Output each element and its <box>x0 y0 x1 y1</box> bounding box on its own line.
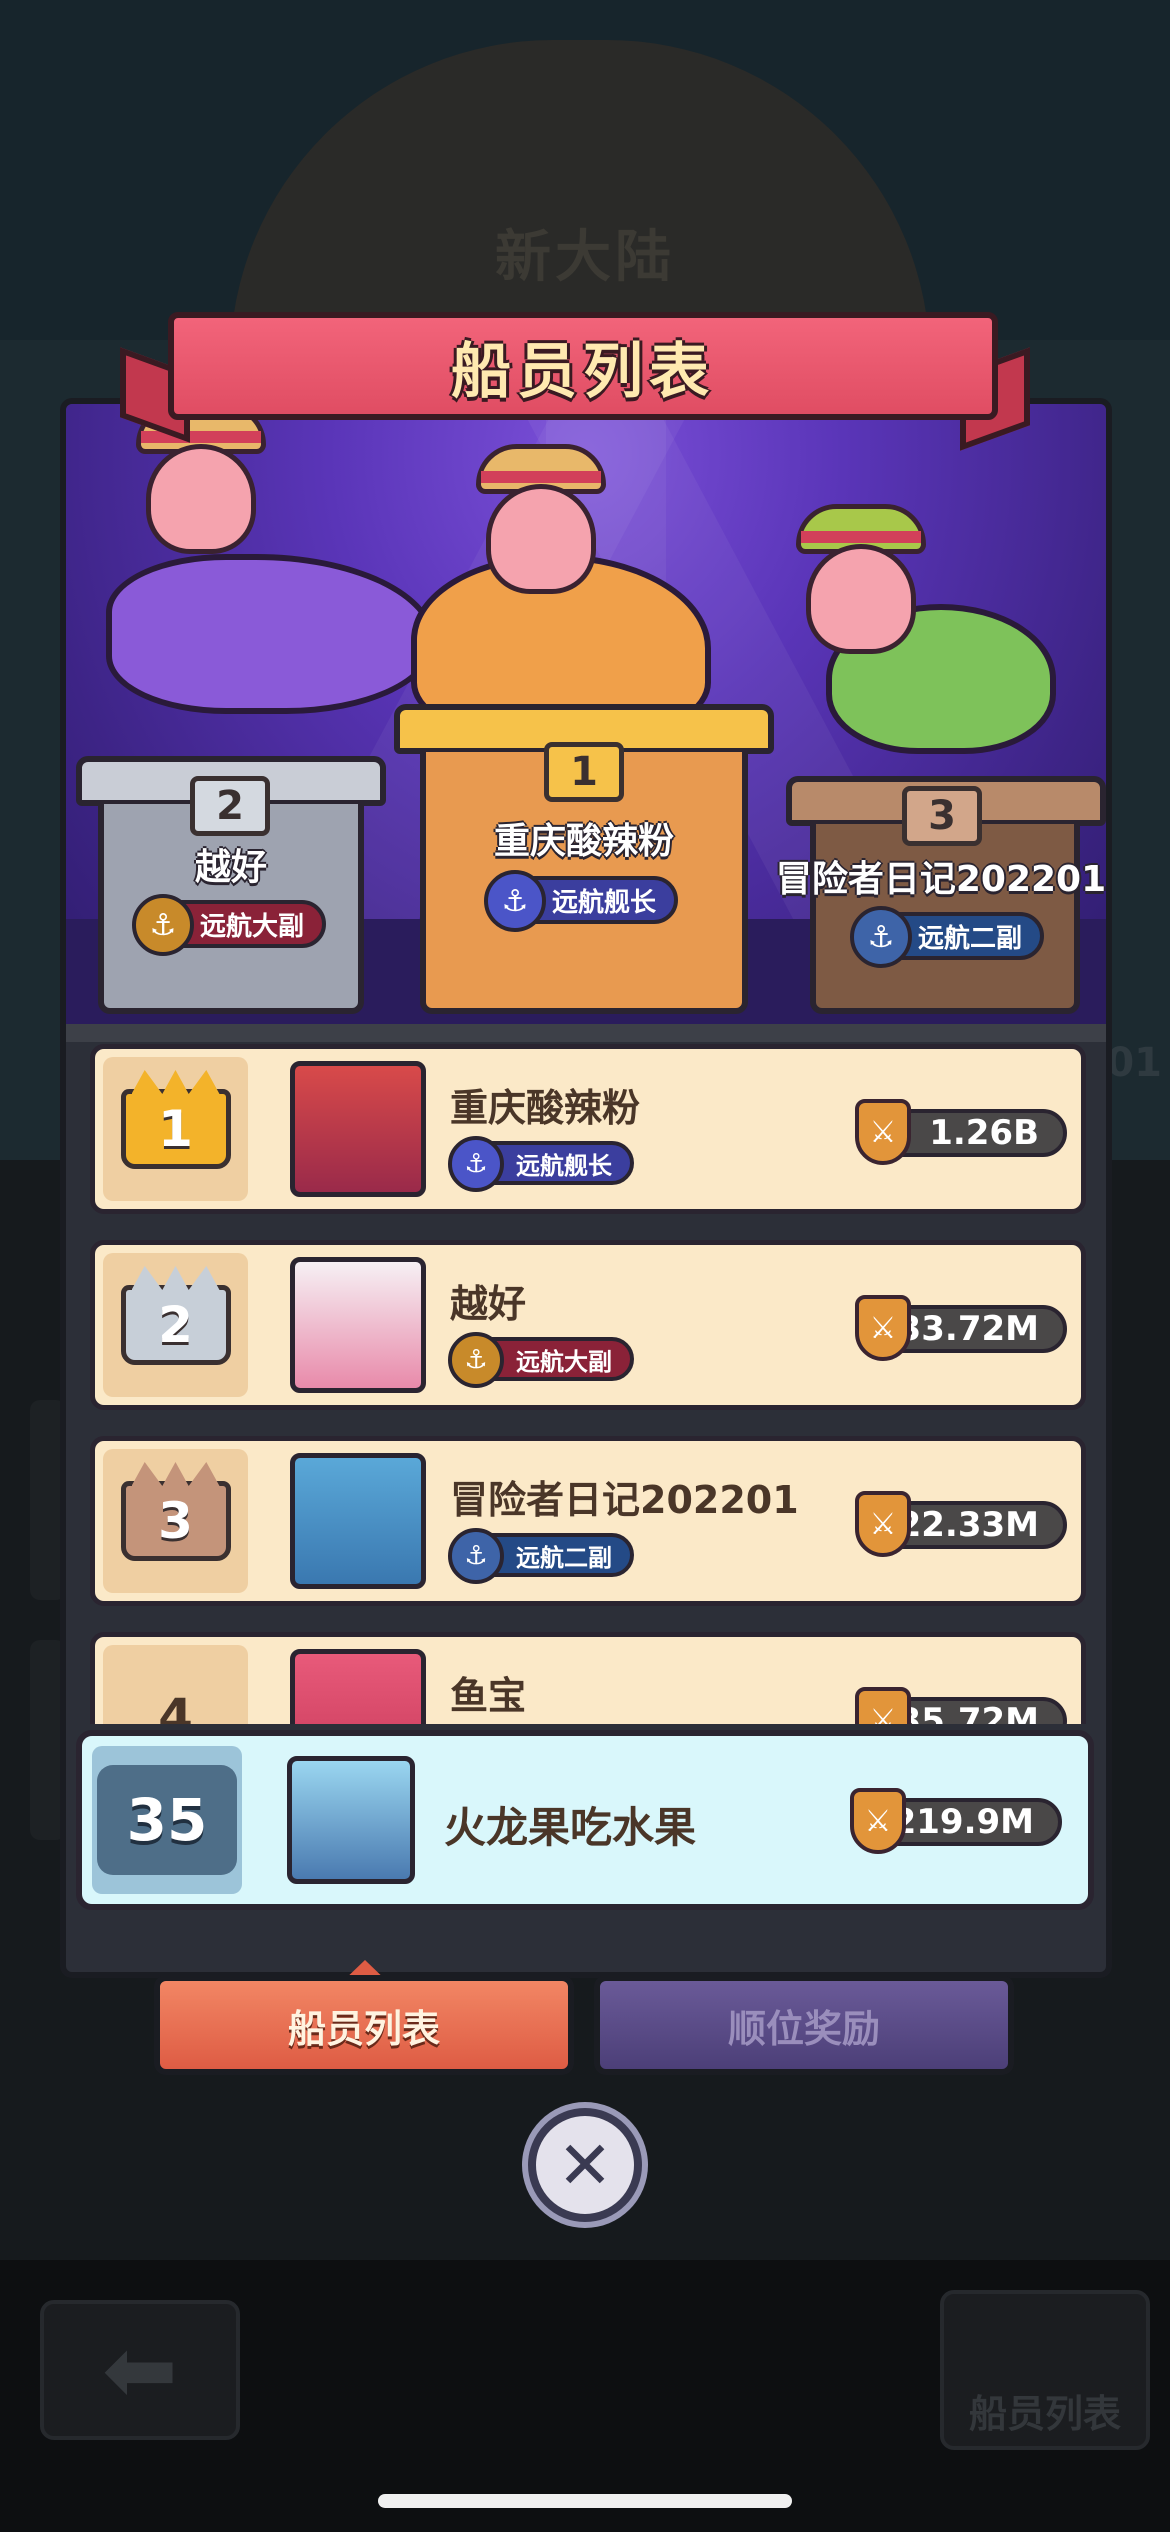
crown-gold-icon: 1 <box>120 1089 231 1169</box>
divider <box>66 1024 1106 1042</box>
pig-character <box>486 484 596 594</box>
podium-1-name: 重庆酸辣粉 <box>493 821 674 862</box>
close-button[interactable]: ✕ <box>528 2108 642 2222</box>
ranking-row[interactable]: 2 越好 ⚓ 远航大副 533.72M ⚔ <box>90 1240 1086 1410</box>
crown-silver-icon: 2 <box>120 1285 231 1365</box>
purple-dragon-mount <box>106 554 436 714</box>
dialog-title: 船员列表 <box>451 336 715 407</box>
title-badge: ⚓ 远航大副 <box>448 1332 634 1388</box>
podium-2-name: 越好 <box>194 847 267 888</box>
crown-gold-icon: 1 <box>544 742 624 802</box>
tab-crew-list[interactable]: 船员列表 <box>154 1975 574 2075</box>
my-ranking-row[interactable]: 35 火龙果吃水果 219.9M ⚔ <box>76 1730 1094 1910</box>
back-arrow-icon: ⬅ <box>102 2317 178 2423</box>
player-name: 重庆酸辣粉 <box>450 1086 641 1130</box>
pig-character <box>806 544 916 654</box>
player-name: 越好 <box>450 1282 527 1326</box>
sword-icon: ⚔ <box>855 1687 911 1724</box>
rank-cell: 3 <box>103 1449 248 1593</box>
sword-icon: ⚔ <box>855 1491 911 1557</box>
title-badge: ⚓ 远航舰长 <box>448 1136 634 1192</box>
anchor-icon: ⚓ <box>448 1528 504 1584</box>
crown-bronze-icon: 3 <box>902 786 982 846</box>
title-badge: ⚓ 远航舰长 <box>484 870 679 932</box>
rank-number: 4 <box>158 1688 193 1724</box>
pig-character <box>146 444 256 554</box>
sword-icon: ⚔ <box>855 1099 911 1165</box>
podium-3-name: 冒险者日记202201 <box>775 859 1106 900</box>
avatar[interactable] <box>290 1453 426 1589</box>
avatar[interactable] <box>290 1061 426 1197</box>
crown-bronze-icon: 3 <box>120 1481 231 1561</box>
avatar[interactable] <box>287 1756 415 1884</box>
rank-cell: 4 <box>103 1645 248 1724</box>
ranking-list[interactable]: 1 重庆酸辣粉 ⚓ 远航舰长 1.26B ⚔ 2 越好 ⚓ 远航大副 533.7… <box>84 1044 1088 1724</box>
tab-rank-rewards[interactable]: 顺位奖励 <box>594 1975 1014 2075</box>
anchor-icon: ⚓ <box>850 906 912 968</box>
crown-silver-icon: 2 <box>190 776 270 836</box>
crew-list-button: 船员列表 <box>940 2290 1150 2450</box>
title-badge: ⚓ 远航二副 <box>448 1528 634 1584</box>
title-badge: ⚓ 远航大副 <box>132 894 327 956</box>
close-icon: ✕ <box>557 2126 613 2204</box>
player-name: 冒险者日记202201 <box>450 1478 799 1522</box>
title-badge: ⚓ 远航二副 <box>850 906 1045 968</box>
rank-cell: 2 <box>103 1253 248 1397</box>
avatar[interactable] <box>290 1257 426 1393</box>
dialog-title-banner: 船员列表 <box>168 312 998 420</box>
anchor-icon: ⚓ <box>484 870 546 932</box>
rank-cell: 1 <box>103 1057 248 1201</box>
sword-icon: ⚔ <box>850 1788 906 1854</box>
my-rank-number: 35 <box>97 1765 237 1875</box>
anchor-icon: ⚓ <box>132 894 194 956</box>
sword-icon: ⚔ <box>855 1295 911 1361</box>
player-name: 鱼宝 <box>450 1674 527 1718</box>
avatar[interactable] <box>290 1649 426 1724</box>
anchor-icon: ⚓ <box>448 1332 504 1388</box>
ranking-row[interactable]: 3 冒险者日记202201 ⚓ 远航二副 622.33M ⚔ <box>90 1436 1086 1606</box>
ranking-row[interactable]: 4 鱼宝 535.72M ⚔ <box>90 1632 1086 1724</box>
ranking-row[interactable]: 1 重庆酸辣粉 ⚓ 远航舰长 1.26B ⚔ <box>90 1044 1086 1214</box>
back-button: ⬅ <box>40 2300 240 2440</box>
background-side-number: 01 <box>1106 1040 1162 1086</box>
my-rank-cell: 35 <box>92 1746 242 1894</box>
player-name: 火龙果吃水果 <box>444 1803 697 1852</box>
podium-area: 2 越好 ⚓ 远航大副 1 重庆酸辣粉 ⚓ 远航舰长 3 冒险者日记202201… <box>66 404 1106 1029</box>
anchor-icon: ⚓ <box>448 1136 504 1192</box>
home-indicator[interactable] <box>378 2494 792 2508</box>
background-map-title: 新大陆 <box>495 225 675 290</box>
